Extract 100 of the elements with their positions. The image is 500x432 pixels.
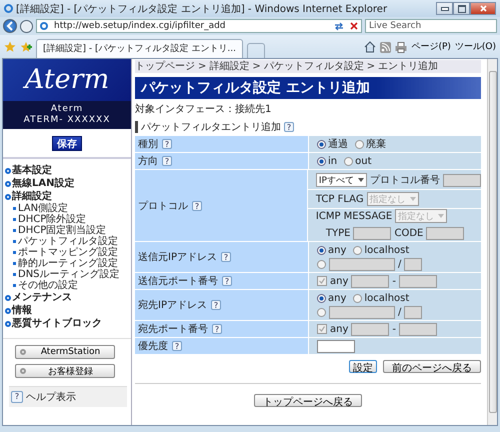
- nav-subitem[interactable]: DNSルーティング設定: [5, 269, 131, 280]
- checkbox-label: any: [330, 324, 348, 334]
- minimize-button[interactable]: [436, 2, 453, 15]
- add-favorite-icon[interactable]: [20, 41, 32, 53]
- star-icon[interactable]: [4, 41, 16, 53]
- priority-field[interactable]: [317, 340, 355, 352]
- field-label-cell: 種別 ?: [135, 136, 308, 152]
- browser-tab[interactable]: [詳細設定] - [パケットフィルタ設定 エントリ...: [36, 39, 243, 58]
- nav-subitem[interactable]: DHCP固定割当設定: [5, 225, 131, 236]
- breadcrumb-separator: >: [252, 60, 261, 73]
- ip-address-field[interactable]: [329, 306, 395, 318]
- field-label-cell: 送信元ポート番号 ?: [135, 273, 308, 289]
- forward-button[interactable]: [20, 20, 33, 32]
- radio-button[interactable]: [317, 308, 326, 316]
- action-button[interactable]: 設定: [349, 360, 377, 373]
- ip-address-field[interactable]: [329, 258, 395, 270]
- checkbox-label: any: [330, 276, 348, 286]
- nav-item[interactable]: 基本設定: [5, 164, 131, 177]
- nav-item[interactable]: 悪質サイトブロック: [5, 317, 131, 330]
- icmp-message-label: ICMP MESSAGE: [316, 210, 392, 222]
- help-button[interactable]: ?: [284, 122, 294, 132]
- nav-subitem[interactable]: 静的ルーティング設定: [5, 258, 131, 269]
- radio-label: any: [328, 244, 346, 256]
- code-field[interactable]: [426, 226, 464, 240]
- type-field[interactable]: [353, 226, 392, 240]
- breadcrumb-separator: >: [198, 60, 206, 73]
- help-button[interactable]: ?: [192, 200, 202, 210]
- radio-button[interactable]: [353, 246, 362, 254]
- help-button[interactable]: ?: [162, 139, 172, 149]
- radio-label: localhost: [364, 292, 410, 304]
- radio-label: out: [355, 156, 372, 166]
- nav-item[interactable]: 詳細設定: [5, 190, 131, 203]
- help-button[interactable]: ?: [222, 276, 232, 286]
- range-separator: -: [392, 324, 396, 334]
- page-icon: [40, 22, 48, 30]
- scrollbar[interactable]: [487, 59, 497, 425]
- slash-separator: /: [398, 258, 402, 270]
- prefix-length-field[interactable]: [404, 306, 422, 318]
- refresh-icon[interactable]: [334, 21, 344, 31]
- stop-icon[interactable]: [350, 22, 358, 30]
- search-field[interactable]: Live Search: [365, 19, 497, 33]
- breadcrumb-link[interactable]: エントリ追加: [378, 60, 438, 73]
- action-button[interactable]: 前のページへ戻る: [383, 360, 481, 373]
- radio-button[interactable]: [317, 140, 326, 148]
- print-icon[interactable]: [395, 42, 408, 53]
- protocol-select[interactable]: IPすべて: [316, 173, 367, 187]
- radio-button[interactable]: [317, 294, 326, 302]
- model-name: Aterm: [50, 104, 84, 115]
- home-icon[interactable]: [364, 41, 376, 53]
- nav-subitem[interactable]: パケットフィルタ設定: [5, 236, 131, 247]
- address-field[interactable]: http://web.setup/index.cgi/ipfilter_add: [36, 19, 362, 33]
- field-label-cell: 宛先IPアドレス ?: [135, 290, 308, 320]
- radio-button[interactable]: [353, 294, 362, 302]
- nav-item[interactable]: メンテナンス: [5, 291, 131, 304]
- breadcrumb-link[interactable]: 詳細設定: [209, 60, 250, 73]
- sidebar-button[interactable]: お客様登録: [15, 364, 115, 378]
- radio-button[interactable]: [317, 246, 326, 254]
- breadcrumb-link[interactable]: トップページ: [135, 60, 195, 73]
- close-button[interactable]: [470, 2, 496, 15]
- tcp-flag-label: TCP FLAG: [316, 194, 364, 204]
- logo: Aterm: [3, 59, 131, 101]
- feed-icon[interactable]: [380, 42, 392, 53]
- nav-subitem[interactable]: LAN側設定: [5, 203, 131, 214]
- protocol-number-label: プロトコル番号: [370, 174, 440, 187]
- maximize-button[interactable]: [453, 2, 470, 15]
- toolbar-menu[interactable]: ツール(O): [454, 40, 496, 53]
- port-end-field[interactable]: [399, 322, 437, 336]
- nav-subitem[interactable]: ポートマッピング設定: [5, 247, 131, 258]
- radio-button[interactable]: [317, 260, 326, 268]
- sidebar-button[interactable]: AtermStation: [15, 345, 115, 359]
- radio-button[interactable]: [317, 156, 326, 166]
- radio-button[interactable]: [355, 140, 364, 148]
- radio-button[interactable]: [344, 156, 354, 166]
- help-button[interactable]: ?: [220, 252, 231, 262]
- port-end-field[interactable]: [399, 274, 437, 288]
- radio-label: localhost: [364, 244, 410, 256]
- slash-separator: /: [398, 306, 402, 318]
- window-title: [詳細設定] - [パケットフィルタ設定 エントリ追加] - Windows Internet Explorer: [16, 2, 388, 16]
- save-button[interactable]: 保存: [52, 136, 82, 150]
- browser-icon: [4, 4, 13, 13]
- nav-item[interactable]: 情報: [5, 304, 131, 317]
- help-button[interactable]: ?: [162, 156, 172, 166]
- port-start-field[interactable]: [351, 322, 390, 336]
- nav-subitem[interactable]: その他の設定: [5, 280, 131, 291]
- section-title: パケットフィルタエントリ追加: [141, 120, 281, 134]
- help-button[interactable]: ?: [212, 324, 222, 334]
- help-button[interactable]: ?: [172, 341, 182, 351]
- back-button[interactable]: [3, 19, 17, 33]
- prefix-length-field[interactable]: [404, 258, 422, 270]
- top-page-button[interactable]: トップページへ戻る: [254, 394, 362, 407]
- close-icon: [480, 5, 486, 12]
- breadcrumb-link[interactable]: パケットフィルタ設定: [264, 60, 364, 73]
- nav-subitem[interactable]: DHCP除外設定: [5, 214, 131, 225]
- help-button[interactable]: ?: [210, 300, 221, 310]
- nav-item[interactable]: 無線LAN設定: [5, 177, 131, 190]
- code-label: CODE: [394, 228, 424, 238]
- radio-label: any: [328, 292, 346, 304]
- port-start-field[interactable]: [351, 274, 390, 288]
- toolbar-menu[interactable]: ページ(P): [411, 40, 451, 53]
- help-link[interactable]: ? ヘルプ表示: [9, 386, 127, 407]
